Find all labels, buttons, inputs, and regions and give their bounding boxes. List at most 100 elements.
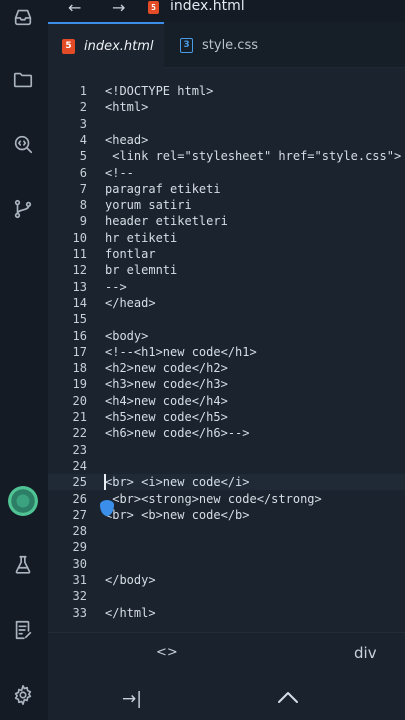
code-line[interactable]: 19 <h3>new code</h3> bbox=[48, 376, 405, 392]
line-number: 30 bbox=[72, 556, 87, 571]
code-line[interactable]: 14 </head> bbox=[48, 295, 405, 311]
extra-keys-bar: <> div →| bbox=[48, 632, 405, 720]
brackets-key[interactable]: <> bbox=[156, 645, 178, 660]
code-line[interactable]: 1 <!DOCTYPE html> bbox=[48, 83, 405, 99]
line-code[interactable]: br elemnti bbox=[105, 262, 177, 278]
folder-icon[interactable] bbox=[10, 67, 36, 93]
code-line[interactable]: 18 <h2>new code</h2> bbox=[48, 360, 405, 376]
code-line[interactable]: 32 bbox=[48, 588, 405, 604]
line-code[interactable]: <html> bbox=[105, 99, 148, 115]
code-line[interactable]: 17 <!--<h1>new code</h1> bbox=[48, 344, 405, 360]
line-code[interactable]: paragraf etiketi bbox=[105, 181, 221, 197]
div-key[interactable]: div bbox=[354, 644, 377, 662]
line-code[interactable]: <!-- bbox=[105, 165, 134, 181]
code-line[interactable]: 24 bbox=[48, 458, 405, 474]
line-code[interactable]: yorum satiri bbox=[105, 197, 192, 213]
line-code[interactable]: fontlar bbox=[105, 246, 156, 262]
code-line[interactable]: 28 bbox=[48, 523, 405, 539]
line-code[interactable]: <h6>new code</h6>--> bbox=[105, 425, 250, 441]
path-bar: ← → 5 index.html bbox=[48, 0, 405, 22]
code-line[interactable]: 21 <h5>new code</h5> bbox=[48, 409, 405, 425]
line-code[interactable]: <!DOCTYPE html> bbox=[105, 83, 213, 99]
tab-index-html[interactable]: 5 index.html bbox=[48, 22, 164, 68]
line-code[interactable]: hr etiketi bbox=[105, 230, 177, 246]
forward-button[interactable]: → bbox=[112, 0, 125, 17]
line-code[interactable]: <head> bbox=[105, 132, 148, 148]
up-arrow-key[interactable] bbox=[276, 689, 304, 709]
line-code[interactable]: <body> bbox=[105, 328, 148, 344]
search-icon[interactable] bbox=[10, 131, 36, 157]
activity-bar bbox=[0, 0, 48, 720]
line-code[interactable]: header etiketleri bbox=[105, 213, 228, 229]
code-line[interactable]: 15 bbox=[48, 311, 405, 327]
code-line[interactable]: 3 bbox=[48, 116, 405, 132]
code-line[interactable]: 5 <link rel="stylesheet" href="style.css… bbox=[48, 148, 405, 164]
gear-icon[interactable] bbox=[10, 682, 36, 708]
line-number: 2 bbox=[79, 100, 87, 115]
line-number: 18 bbox=[72, 361, 87, 376]
line-number: 21 bbox=[72, 410, 87, 424]
line-number: 22 bbox=[72, 426, 87, 441]
line-code[interactable]: </body> bbox=[105, 572, 156, 588]
line-code[interactable]: </html> bbox=[105, 605, 156, 621]
line-code[interactable]: <h3>new code</h3> bbox=[105, 376, 228, 392]
code-line[interactable]: 31 </body> bbox=[48, 572, 405, 588]
code-line[interactable]: 7 paragraf etiketi bbox=[48, 181, 405, 197]
line-number: 20 bbox=[72, 393, 87, 408]
line-code[interactable]: <link rel="stylesheet" href="style.css"> bbox=[105, 148, 401, 164]
line-number: 16 bbox=[72, 328, 87, 343]
notes-icon[interactable] bbox=[10, 617, 36, 643]
code-line[interactable]: 9 header etiketleri bbox=[48, 213, 405, 229]
inbox-icon[interactable] bbox=[10, 4, 36, 30]
css-file-icon: 3 bbox=[180, 37, 193, 53]
avatar[interactable] bbox=[8, 486, 38, 516]
tab-style-css[interactable]: 3 style.css bbox=[172, 22, 282, 68]
code-editor[interactable]: 1 <!DOCTYPE html> 2 <html> 3 4 <head> 5 <link r… bbox=[48, 68, 405, 632]
line-number: 1 bbox=[79, 84, 87, 98]
line-code[interactable]: <h5>new code</h5> bbox=[105, 409, 228, 425]
line-code[interactable]: <h2>new code</h2> bbox=[105, 360, 228, 376]
git-branch-icon[interactable] bbox=[10, 196, 36, 222]
code-line[interactable]: 8 yorum satiri bbox=[48, 197, 405, 213]
code-line[interactable]: 20 <h4>new code</h4> bbox=[48, 393, 405, 409]
line-code[interactable]: <h4>new code</h4> bbox=[105, 393, 228, 409]
flask-icon[interactable] bbox=[10, 552, 36, 578]
editor-tabs: 5 index.html 3 style.css bbox=[48, 22, 405, 68]
line-number: 12 bbox=[72, 263, 87, 278]
line-code[interactable]: <br> <b>new code</b> bbox=[105, 507, 250, 523]
line-number: 28 bbox=[72, 524, 87, 539]
code-line[interactable]: 2 <html> bbox=[48, 99, 405, 115]
code-line[interactable]: 22 <h6>new code</h6>--> bbox=[48, 425, 405, 441]
code-line[interactable]: 30 bbox=[48, 556, 405, 572]
code-line[interactable]: 11 fontlar bbox=[48, 246, 405, 262]
code-line[interactable]: 13 --> bbox=[48, 279, 405, 295]
code-line[interactable]: 33 </html> bbox=[48, 605, 405, 621]
code-line[interactable]: 6 <!-- bbox=[48, 165, 405, 181]
line-code[interactable]: </head> bbox=[105, 295, 156, 311]
code-line[interactable]: 12 br elemnti bbox=[48, 262, 405, 278]
line-code[interactable]: <br> <i>new code</i> bbox=[105, 474, 250, 490]
line-number: 3 bbox=[79, 116, 87, 131]
code-line[interactable]: 25 <br> <i>new code</i> bbox=[48, 474, 405, 491]
code-line[interactable]: 23 bbox=[48, 442, 405, 458]
line-code[interactable]: --> bbox=[105, 279, 127, 295]
html-file-icon: 5 bbox=[62, 38, 75, 54]
code-line[interactable]: 10 hr etiketi bbox=[48, 230, 405, 246]
back-button[interactable]: ← bbox=[68, 0, 81, 17]
line-code[interactable]: <br><strong>new code</strong> bbox=[105, 491, 322, 507]
line-number: 9 bbox=[79, 214, 87, 229]
code-line[interactable]: 29 bbox=[48, 539, 405, 555]
line-code[interactable]: <!--<h1>new code</h1> bbox=[105, 344, 257, 360]
code-line[interactable]: 16 <body> bbox=[48, 328, 405, 344]
line-number: 27 bbox=[72, 507, 87, 522]
text-cursor bbox=[104, 474, 106, 491]
line-number: 15 bbox=[72, 312, 87, 327]
line-number: 24 bbox=[72, 458, 87, 473]
tab-key[interactable]: →| bbox=[122, 689, 142, 709]
code-line[interactable]: 4 <head> bbox=[48, 132, 405, 148]
line-number: 23 bbox=[72, 442, 87, 457]
line-number: 33 bbox=[72, 605, 87, 620]
line-number: 14 bbox=[72, 295, 87, 310]
html-file-icon: 5 bbox=[148, 1, 159, 14]
line-number: 17 bbox=[72, 344, 87, 359]
